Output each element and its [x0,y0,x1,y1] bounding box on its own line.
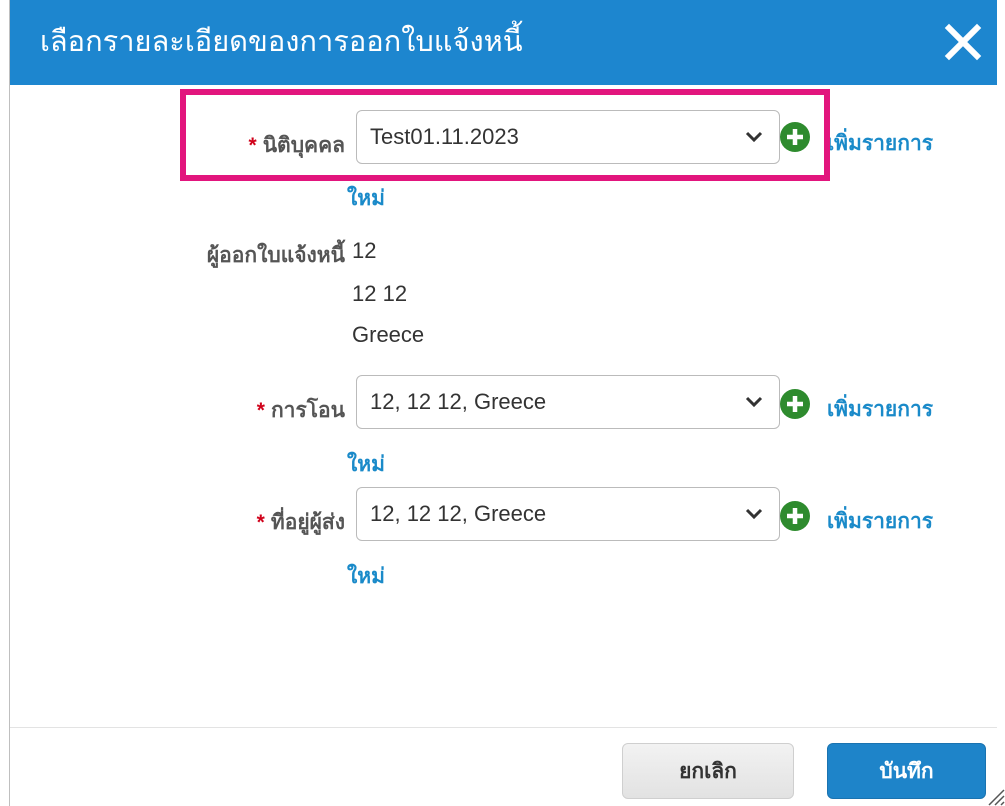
invoicer-line-1: 12 [352,238,377,263]
add-remit-to-icon[interactable] [780,389,810,419]
ship-from-label-text: ที่อยู่ผู้ส่ง [270,511,345,534]
legal-entity-label: * นิติบุคคล [249,129,345,162]
invoice-details-dialog: เลือกรายละเอียดของการออกใบแจ้งหนี้ * นิติ… [9,0,1005,806]
invoicer-line-2: 12 12 [352,281,408,306]
chevron-down-icon [745,396,763,408]
chevron-down-icon [745,508,763,520]
new-remit-to-link[interactable]: ใหม่ [347,448,385,481]
add-ship-from-icon[interactable] [780,501,810,531]
legal-entity-label-text: นิติบุคคล [262,134,345,157]
add-legal-entity-icon[interactable] [780,122,810,152]
resize-handle-icon[interactable] [983,784,1005,806]
invoicer-line-3: Greece [352,322,425,347]
invoicer-label: ผู้ออกใบแจ้งหนี้ [206,244,345,267]
cancel-button[interactable]: ยกเลิก [622,743,794,799]
dialog-title: เลือกรายละเอียดของการออกใบแจ้งหนี้ [40,26,523,58]
ship-from-select[interactable]: 12, 12 12, Greece [356,487,780,541]
footer-divider [10,727,997,728]
dialog-header: เลือกรายละเอียดของการออกใบแจ้งหนี้ [10,0,997,85]
chevron-down-icon [745,131,763,143]
legal-entity-value: Test01.11.2023 [370,124,519,149]
add-ship-from-link[interactable]: เพิ่มรายการ [827,505,933,538]
remit-to-label: * การโอน [257,394,345,427]
close-icon[interactable] [939,18,987,66]
ship-from-label: * ที่อยู่ผู้ส่ง [257,506,345,539]
save-button[interactable]: บันทึก [827,743,986,799]
legal-entity-select[interactable]: Test01.11.2023 [356,110,780,164]
add-legal-entity-link[interactable]: เพิ่มรายการ [827,127,933,160]
remit-to-label-text: การโอน [270,399,345,422]
ship-from-value: 12, 12 12, Greece [370,501,547,526]
remit-to-select[interactable]: 12, 12 12, Greece [356,375,780,429]
required-marker: * [248,134,257,157]
remit-to-value: 12, 12 12, Greece [370,389,547,414]
add-remit-to-link[interactable]: เพิ่มรายการ [827,393,933,426]
required-marker: * [256,399,265,422]
required-marker: * [256,511,265,534]
new-legal-entity-link[interactable]: ใหม่ [347,182,385,215]
new-ship-from-link[interactable]: ใหม่ [347,560,385,593]
